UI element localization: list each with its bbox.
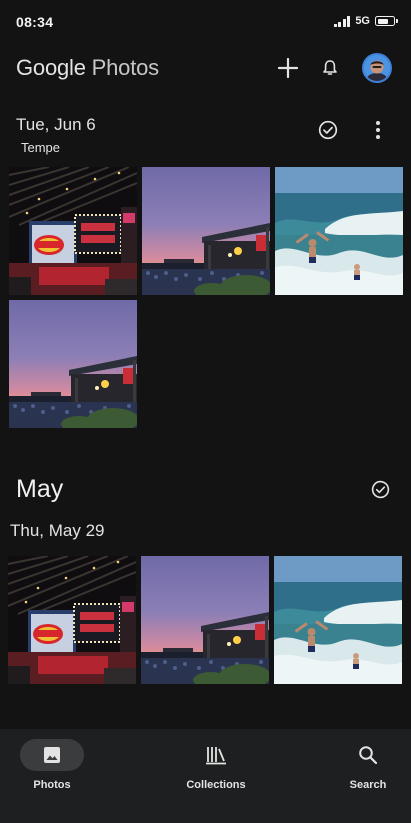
notifications-button[interactable]: [316, 54, 344, 82]
nav-search[interactable]: Search: [313, 739, 411, 791]
concert-venue-photo: [8, 556, 136, 684]
outdoor-stage-photo: [9, 300, 137, 428]
nav-label-photos: Photos: [33, 779, 71, 791]
outdoor-stage-photo: [142, 167, 270, 295]
search-icon: [359, 746, 378, 765]
nav-icon-container: [184, 739, 248, 771]
nav-label-search: Search: [349, 779, 387, 791]
nav-icon-container: [336, 739, 400, 771]
section-location[interactable]: Tempe: [21, 140, 60, 155]
outdoor-stage-photo: [141, 556, 269, 684]
check-circle-icon: [371, 480, 389, 498]
plus-icon: [278, 58, 298, 78]
nav-photos[interactable]: Photos: [0, 739, 107, 791]
photo-thumbnail[interactable]: [9, 167, 137, 295]
signal-icon: [333, 15, 351, 27]
app-title: Google Photos: [16, 55, 159, 81]
ocean-waves-photo: [275, 167, 403, 295]
nav-active-indicator: [20, 739, 84, 771]
concert-venue-photo: [9, 167, 137, 295]
month-title: May: [16, 475, 64, 503]
network-type: 5G: [355, 15, 370, 27]
select-month-button[interactable]: [368, 477, 392, 501]
account-avatar[interactable]: [362, 53, 392, 83]
photo-thumbnail[interactable]: [141, 556, 269, 684]
status-time: 08:34: [16, 14, 54, 30]
photo-icon: [44, 747, 60, 763]
check-circle-icon: [318, 120, 338, 140]
ocean-waves-photo: [274, 556, 402, 684]
photo-thumbnail[interactable]: [142, 167, 270, 295]
more-options-button[interactable]: [366, 118, 390, 142]
photo-thumbnail[interactable]: [8, 556, 136, 684]
photo-thumbnail[interactable]: [274, 556, 402, 684]
photo-thumbnail[interactable]: [275, 167, 403, 295]
select-day-button[interactable]: [316, 118, 340, 142]
avatar-photo: [364, 55, 390, 81]
photo-thumbnail[interactable]: [9, 300, 137, 428]
photos-screen: 08:34 5G Google Photos Tue, Jun 6 Tempe …: [0, 0, 411, 823]
more-vert-icon: [376, 121, 380, 139]
bottom-navigation: Photos Collections Search: [0, 729, 411, 823]
nav-collections[interactable]: Collections: [161, 739, 271, 791]
nav-label-collections: Collections: [186, 779, 246, 791]
add-button[interactable]: [274, 54, 302, 82]
status-icons: 5G: [333, 15, 398, 27]
app-title-brand: Google: [16, 55, 86, 80]
app-title-product: Photos: [91, 55, 159, 80]
app-header: Google Photos: [0, 44, 411, 94]
battery-icon: [375, 16, 398, 26]
section-date: Thu, May 29: [10, 521, 105, 540]
library-icon: [206, 747, 226, 765]
section-date: Tue, Jun 6: [16, 115, 96, 134]
status-bar: 08:34 5G: [0, 0, 411, 44]
bell-icon: [323, 60, 337, 75]
